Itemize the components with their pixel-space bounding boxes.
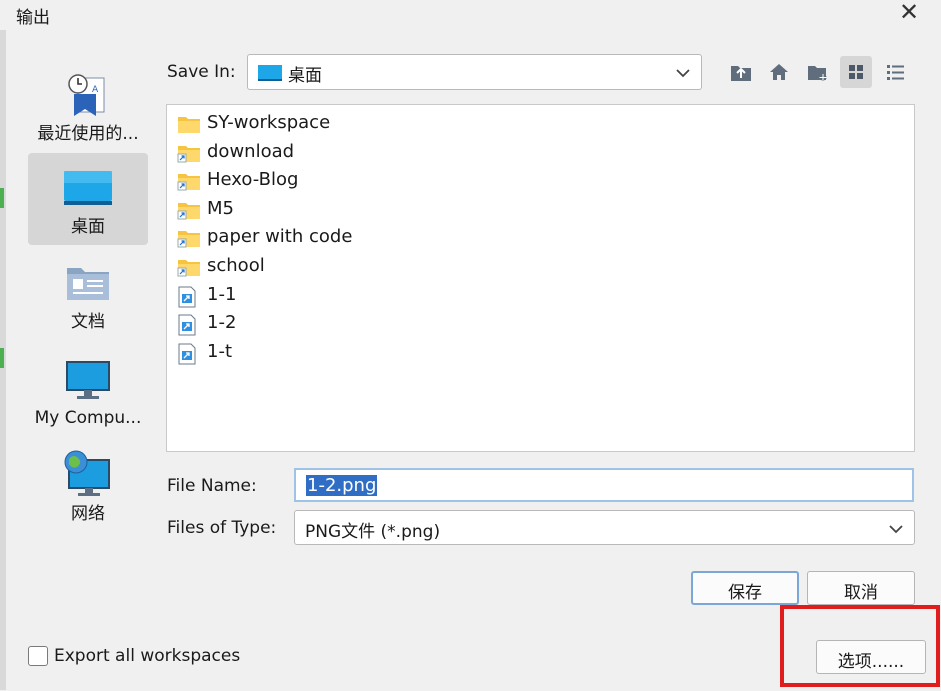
folder-shortcut-icon (177, 143, 201, 168)
background-edge-marker (0, 188, 4, 208)
image-file-icon (177, 314, 197, 341)
cancel-button-label: 取消 (844, 583, 878, 603)
image-file-icon (177, 343, 197, 370)
sidebar-item-label: My Compu... (34, 408, 142, 428)
chevron-down-icon (675, 64, 691, 84)
grid-view-icon (849, 65, 863, 79)
save-button[interactable]: 保存 (691, 571, 799, 605)
file-name-input[interactable]: 1-2.png (294, 468, 914, 502)
file-name-value[interactable]: 1-2.png (306, 475, 378, 496)
sidebar-item-network[interactable]: 网络 (28, 440, 148, 532)
sidebar-item-recent[interactable]: A 最近使用的... (28, 60, 148, 152)
file-type-label: Files of Type: (167, 518, 277, 538)
folder-shortcut-icon (177, 228, 201, 253)
desktop-icon (63, 169, 113, 212)
sidebar-item-label: 桌面 (71, 217, 105, 237)
file-name: SY-workspace (207, 112, 331, 133)
folder-shortcut-icon (177, 257, 201, 282)
chevron-down-icon (888, 520, 904, 540)
sidebar-item-label: 网络 (71, 504, 105, 524)
new-folder-button[interactable] (801, 56, 833, 88)
dialog-title: 输出 (16, 8, 50, 28)
documents-icon (65, 264, 111, 307)
recent-items-icon: A (66, 72, 110, 123)
file-name: M5 (207, 197, 234, 219)
network-icon (63, 450, 113, 503)
desktop-icon (258, 64, 282, 87)
close-icon[interactable]: ✕ (899, 0, 919, 26)
folder-shortcut-icon (177, 200, 201, 225)
image-file-icon (177, 286, 197, 313)
highlight-box (780, 605, 940, 687)
computer-icon (65, 360, 111, 407)
new-folder-icon (808, 66, 827, 81)
home-button[interactable] (762, 56, 794, 88)
svg-text:A: A (92, 85, 99, 95)
home-icon (770, 64, 788, 80)
file-type-value: PNG文件 (*.png) (305, 522, 441, 542)
file-name: download (207, 140, 295, 162)
save-in-dropdown[interactable]: 桌面 (247, 54, 702, 90)
sidebar-item-label: 文档 (71, 312, 105, 332)
export-all-label[interactable]: Export all workspaces (54, 646, 240, 666)
grid-view-button[interactable] (840, 56, 872, 88)
save-in-value: 桌面 (288, 66, 322, 86)
sidebar-item-desktop[interactable]: 桌面 (28, 153, 148, 245)
list-view-button[interactable] (879, 56, 911, 88)
close-button[interactable]: ✕ (896, 0, 922, 26)
file-name: 1-t (207, 340, 233, 362)
file-list[interactable]: SY-workspace download Hexo-Blog M5 paper… (166, 104, 915, 452)
file-name: paper with code (207, 226, 353, 248)
sidebar-item-computer[interactable]: My Compu... (28, 344, 148, 436)
export-all-checkbox[interactable] (28, 646, 48, 666)
cancel-button[interactable]: 取消 (807, 571, 915, 605)
list-view-icon (887, 65, 904, 80)
folder-shortcut-icon (177, 171, 201, 196)
save-button-label: 保存 (728, 583, 762, 603)
up-folder-icon (731, 66, 751, 81)
file-name: Hexo-Blog (207, 169, 299, 191)
file-type-dropdown[interactable]: PNG文件 (*.png) (294, 510, 915, 545)
up-folder-button[interactable] (724, 56, 756, 88)
file-name: 1-2 (207, 312, 237, 334)
folder-icon (177, 114, 201, 139)
background-edge-marker (0, 348, 4, 368)
sidebar-item-label: 最近使用的... (37, 124, 139, 144)
file-name-label: File Name: (167, 476, 257, 496)
file-name: 1-1 (207, 283, 237, 305)
save-in-label: Save In: (167, 62, 236, 82)
file-name: school (207, 255, 265, 276)
sidebar-item-documents[interactable]: 文档 (28, 248, 148, 340)
